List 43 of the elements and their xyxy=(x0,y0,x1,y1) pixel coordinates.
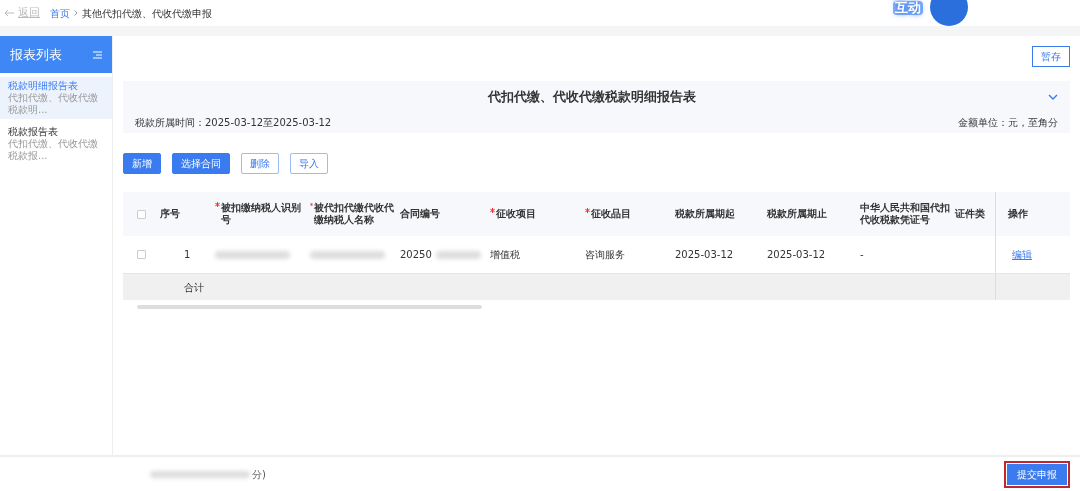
column-header: 税款所属期起 xyxy=(675,208,735,220)
row-checkbox[interactable] xyxy=(137,250,146,259)
sidebar-item[interactable]: 税款报告表 代扣代缴、代收代缴税款报... xyxy=(0,123,112,165)
column-header: 操作 xyxy=(1008,208,1028,220)
report-title: 代扣代缴、代收代缴税款明细报告表 xyxy=(487,89,696,104)
chevron-icon xyxy=(74,10,78,16)
table-cell: 2025-03-12 xyxy=(675,249,734,260)
toolbar-button[interactable]: 删除 xyxy=(241,153,279,174)
column-header: 被扣缴纳税人识别号 xyxy=(220,202,302,226)
table-cell-text: 1 xyxy=(183,249,191,260)
column-header: 证件类 xyxy=(955,208,985,220)
toolbar-button[interactable]: 新增 xyxy=(123,153,161,174)
chevron-icon[interactable] xyxy=(1048,93,1058,100)
total-label: 合计 xyxy=(183,280,205,295)
column-header: 被代扣代缴代收代缴纳税人名称 xyxy=(314,202,396,226)
amount-unit-text: 金额单位：元，至角分 xyxy=(958,115,1058,130)
scrollbar[interactable] xyxy=(137,305,482,309)
table-cell: 增值税 xyxy=(490,249,520,260)
table-cell: 咨询服务 xyxy=(585,249,625,260)
table-cell: 2025-03-12 xyxy=(767,249,826,260)
sidebar-item[interactable]: 税款明细报告表 代扣代缴、代收代缴税款明... xyxy=(0,77,112,119)
breadcrumb-link[interactable]: 首页 xyxy=(50,5,70,21)
menu-icon[interactable] xyxy=(93,50,102,59)
column-header: 征收项目 xyxy=(496,208,536,220)
submit-button[interactable]: 提交申报 xyxy=(1007,463,1067,485)
column-header: 税款所属期止 xyxy=(767,208,827,220)
toolbar-button[interactable]: 选择合同 xyxy=(172,153,230,174)
redacted-text xyxy=(435,250,481,259)
edit-link[interactable]: 编辑 xyxy=(1012,247,1032,262)
column-header: 征收品目 xyxy=(591,208,631,220)
sidebar-title: 报表列表 xyxy=(10,45,62,64)
footer-note: 分) xyxy=(252,467,266,482)
table-cell-text: 20250 xyxy=(400,248,432,262)
tax-period-text: 税款所属时间：2025-03-12至2025-03-12 xyxy=(135,115,332,130)
back-arrow-icon xyxy=(4,9,14,17)
column-header: 中华人民共和国代扣代收税款凭证号 xyxy=(860,202,951,226)
save-button[interactable]: 暂存 xyxy=(1032,46,1070,67)
column-header: 序号 xyxy=(160,208,180,220)
table-cell: - xyxy=(860,249,864,260)
column-header: 合同编号 xyxy=(400,208,440,220)
select-all-checkbox[interactable] xyxy=(137,209,146,219)
breadcrumb-current: 其他代扣代缴、代收代缴申报 xyxy=(82,6,212,21)
toolbar-button[interactable]: 导入 xyxy=(290,153,328,174)
